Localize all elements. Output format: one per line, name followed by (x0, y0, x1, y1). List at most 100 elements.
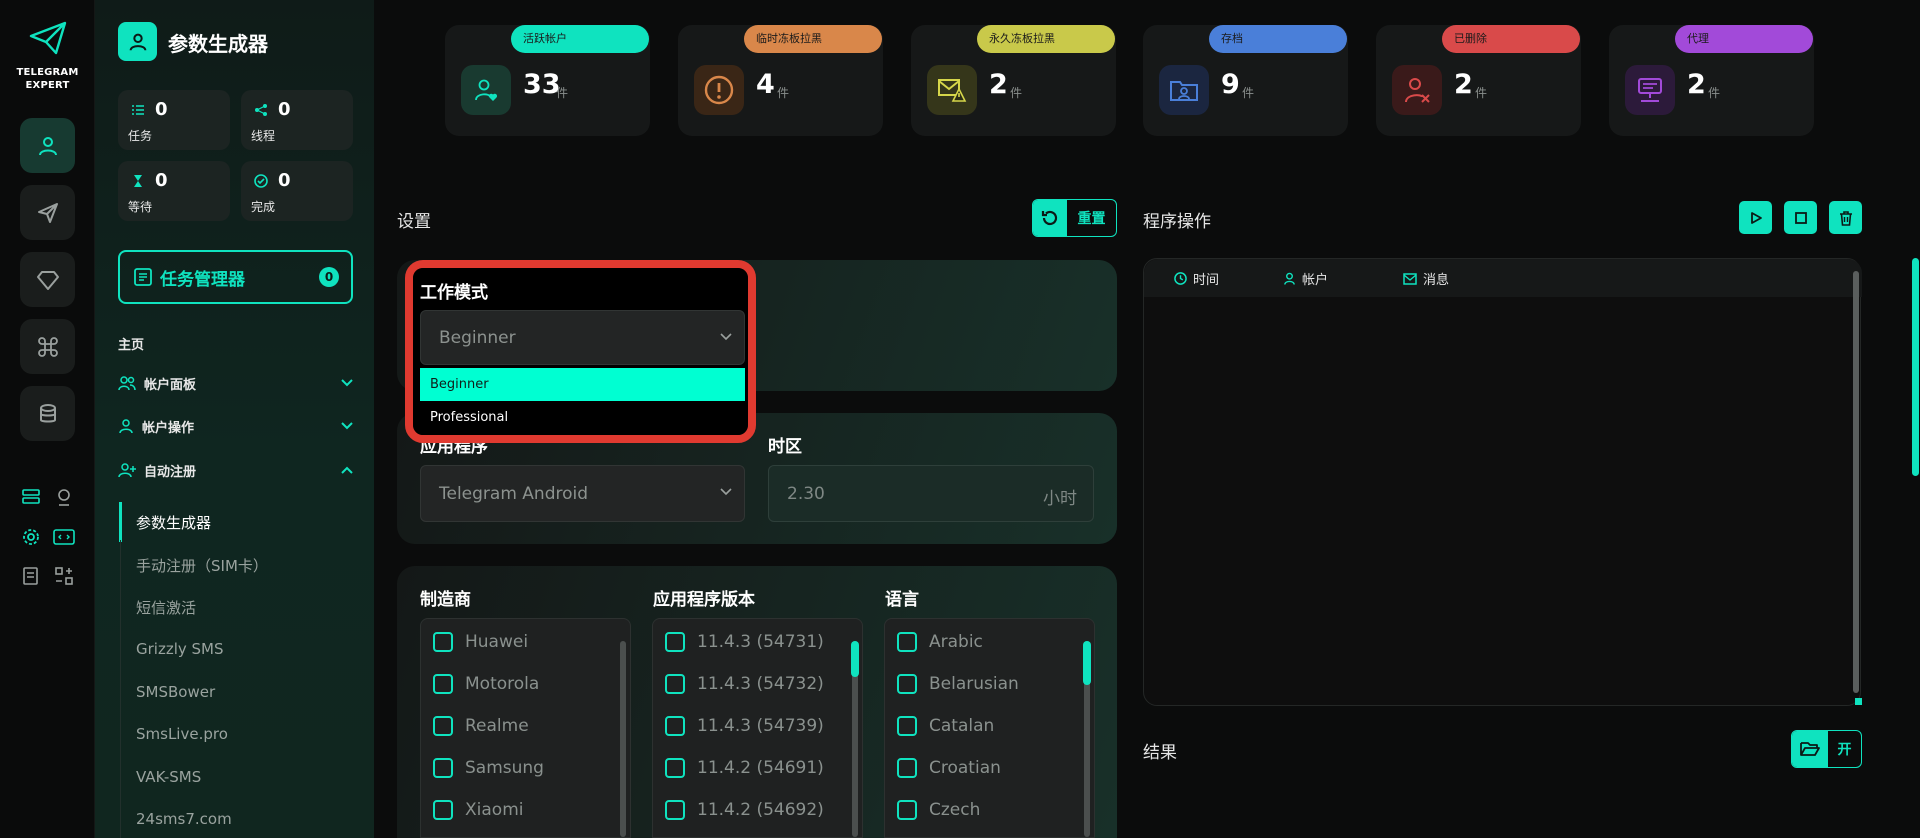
server-list-icon (22, 489, 40, 504)
language-option[interactable]: Croatian (897, 747, 1001, 789)
stat-unit: 件 (1708, 86, 1721, 100)
language-option[interactable]: Belarusian (897, 663, 1019, 705)
stat-archived[interactable]: 存档 9 件 (1143, 25, 1348, 136)
option-label: Samsung (465, 758, 544, 778)
task-manager-button[interactable]: 任务管理器 0 (118, 250, 353, 304)
server-list-button[interactable] (20, 486, 42, 508)
rail-database-button[interactable] (20, 386, 75, 441)
language-option[interactable]: Arabic (897, 621, 983, 663)
checkbox[interactable] (665, 674, 685, 694)
rail-premium-button[interactable] (20, 252, 75, 307)
webcam-button[interactable] (53, 486, 75, 508)
option-label: Xiaomi (465, 800, 524, 820)
rail-command-button[interactable] (20, 319, 75, 374)
stat-value: 0 (278, 170, 291, 191)
sidebar-item-smsbower[interactable]: SMSBower (136, 683, 215, 701)
timezone-unit: 小时 (1043, 489, 1077, 509)
checkbox[interactable] (433, 632, 453, 652)
version-option[interactable]: 11.4.3 (54739) (665, 705, 824, 747)
checkbox[interactable] (665, 758, 685, 778)
log-column-message[interactable]: 消息 (1403, 269, 1449, 288)
stat-value: 9 (1221, 69, 1240, 100)
stat-proxy[interactable]: 代理 2 件 (1609, 25, 1814, 136)
sidebar-item-vak-sms[interactable]: VAK-SMS (136, 768, 201, 786)
stat-temp-banned[interactable]: 临时冻板拉黑 4 件 (678, 25, 883, 136)
log-scrollbar[interactable] (1853, 271, 1859, 693)
checkbox[interactable] (897, 716, 917, 736)
manufacturer-option[interactable]: Xiaomi (433, 789, 523, 831)
stat-active-accounts[interactable]: 活跃帐户 33 件 (445, 25, 650, 136)
sidebar-item-smslive[interactable]: SmsLive.pro (136, 725, 228, 743)
checkbox[interactable] (897, 674, 917, 694)
clear-button[interactable] (1829, 201, 1862, 234)
timezone-input[interactable]: 2.30 小时 (768, 465, 1094, 522)
manufacturer-list[interactable]: Huawei Motorola Realme Samsung Xiaomi (420, 618, 631, 838)
resize-handle[interactable] (1855, 698, 1862, 705)
work-mode-select[interactable]: Beginner (420, 310, 745, 365)
language-option[interactable]: Czech (897, 789, 980, 831)
work-mode-option-beginner[interactable]: Beginner (420, 368, 745, 401)
language-option[interactable]: Catalan (897, 705, 994, 747)
sidebar-item-manual-register[interactable]: 手动注册（SIM卡） (136, 555, 268, 576)
checkbox[interactable] (433, 800, 453, 820)
nav-group-account-panel[interactable]: 帐户面板 (118, 372, 354, 394)
webcam-icon (58, 489, 70, 506)
checkbox[interactable] (897, 800, 917, 820)
checkbox[interactable] (665, 800, 685, 820)
checkbox[interactable] (665, 716, 685, 736)
reset-button[interactable]: 重置 (1032, 199, 1117, 237)
sidebar-item-grizzly-sms[interactable]: Grizzly SMS (136, 640, 224, 658)
app-select[interactable]: Telegram Android (420, 465, 745, 522)
open-results-button[interactable]: 开 (1791, 730, 1862, 768)
code-window-button[interactable] (53, 526, 75, 548)
page-scrollbar-thumb[interactable] (1912, 258, 1919, 476)
sidebar-item-24sms7[interactable]: 24sms7.com (136, 810, 232, 828)
grid-button[interactable] (53, 565, 75, 587)
rail-account-button[interactable] (20, 118, 75, 173)
checkbox[interactable] (433, 716, 453, 736)
log-column-account[interactable]: 帐户 (1283, 269, 1328, 288)
checkbox[interactable] (433, 758, 453, 778)
home-heading: 主页 (118, 338, 145, 353)
nav-group-account-ops[interactable]: 帐户操作 (118, 415, 354, 437)
start-button[interactable] (1739, 201, 1772, 234)
settings-button[interactable] (20, 526, 42, 548)
manufacturer-scrollbar[interactable] (620, 641, 626, 837)
rail-send-button[interactable] (20, 185, 75, 240)
checkbox[interactable] (433, 674, 453, 694)
stat-perm-banned[interactable]: 永久冻板拉黑 2 件 (911, 25, 1116, 136)
timezone-label: 时区 (768, 437, 802, 457)
version-option[interactable]: 11.4.2 (54691) (665, 747, 824, 789)
option-label: Belarusian (929, 674, 1019, 694)
sidebar-item-param-generator[interactable]: 参数生成器 (136, 512, 211, 533)
user-heart-icon (461, 65, 511, 115)
work-mode-dropdown[interactable]: 工作模式 Beginner Beginner Professional (413, 268, 748, 435)
manufacturer-option[interactable]: Huawei (433, 621, 528, 663)
checkbox[interactable] (897, 632, 917, 652)
manufacturer-option[interactable]: Samsung (433, 747, 544, 789)
version-option[interactable]: 11.4.2 (54692) (665, 789, 824, 831)
language-list[interactable]: Arabic Belarusian Catalan Croatian Czech (884, 618, 1095, 838)
trash-icon (1839, 210, 1852, 226)
app-version-list[interactable]: 11.4.3 (54731) 11.4.3 (54732) 11.4.3 (54… (652, 618, 863, 838)
grid-icon (55, 567, 73, 585)
sidebar-item-sms-activation[interactable]: 短信激活 (136, 597, 196, 618)
stop-button[interactable] (1784, 201, 1817, 234)
checkbox[interactable] (897, 758, 917, 778)
manufacturer-option[interactable]: Motorola (433, 663, 539, 705)
log-table[interactable]: 时间 帐户 消息 (1143, 258, 1862, 706)
manufacturer-option[interactable]: Realme (433, 705, 529, 747)
option-label: 11.4.2 (54692) (697, 800, 824, 820)
version-scrollbar-thumb[interactable] (851, 641, 859, 677)
log-column-time[interactable]: 时间 (1174, 269, 1219, 288)
checklist-button[interactable] (20, 565, 42, 587)
language-scrollbar-thumb[interactable] (1083, 641, 1091, 685)
work-mode-option-professional[interactable]: Professional (420, 401, 745, 434)
stat-deleted[interactable]: 已删除 2 件 (1376, 25, 1581, 136)
checkbox[interactable] (665, 632, 685, 652)
folder-open-icon (1792, 731, 1828, 767)
version-option[interactable]: 11.4.3 (54731) (665, 621, 824, 663)
version-option[interactable]: 11.4.3 (54732) (665, 663, 824, 705)
stat-unit: 件 (1475, 86, 1488, 100)
nav-group-auto-register[interactable]: 自动注册 (118, 459, 354, 481)
